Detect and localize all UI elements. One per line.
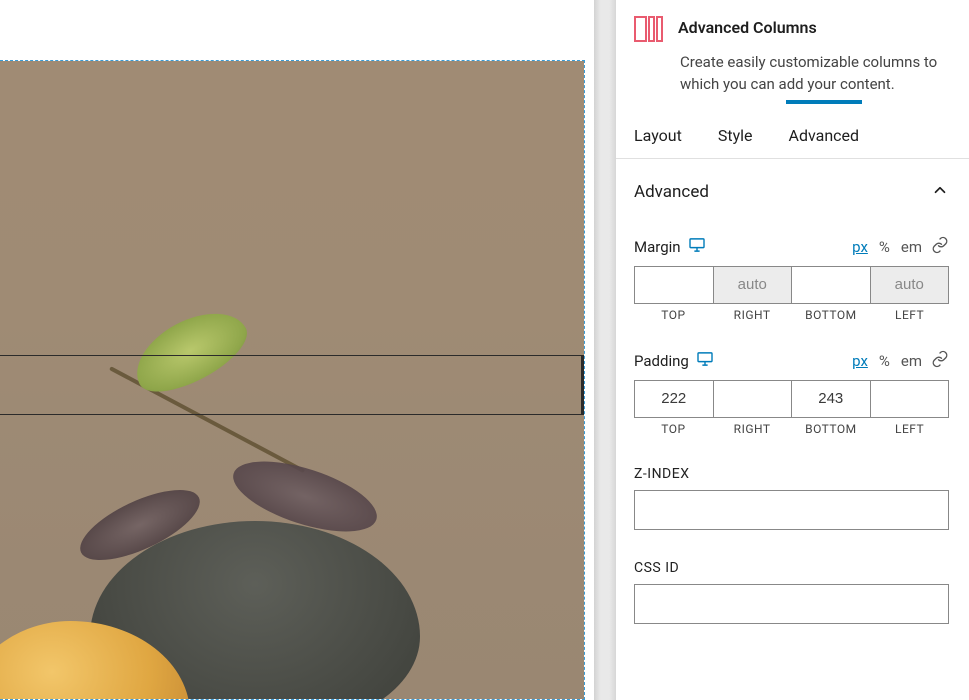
block-title: Advanced Columns	[678, 14, 817, 37]
link-values-icon[interactable]	[931, 236, 949, 258]
link-values-icon[interactable]	[931, 350, 949, 372]
padding-bottom-input[interactable]	[792, 381, 870, 417]
margin-left-input[interactable]	[871, 267, 949, 303]
padding-right-input[interactable]	[714, 381, 792, 417]
padding-left-input[interactable]	[871, 381, 949, 417]
padding-units: px % em	[852, 350, 949, 372]
margin-right-input[interactable]	[714, 267, 792, 303]
margin-top-input[interactable]	[635, 267, 713, 303]
cssid-label: CSS ID	[634, 560, 949, 576]
margin-inputs	[634, 266, 949, 304]
side-label: TOP	[634, 422, 713, 436]
side-label: BOTTOM	[792, 308, 871, 322]
padding-inputs	[634, 380, 949, 418]
block-description: Create easily customizable columns to wh…	[680, 52, 949, 96]
unit-percent[interactable]: %	[879, 238, 890, 256]
columns-icon	[634, 14, 664, 44]
tab-advanced[interactable]: Advanced	[789, 116, 860, 158]
cssid-input[interactable]	[634, 584, 949, 624]
tab-layout[interactable]: Layout	[634, 116, 682, 158]
side-label: RIGHT	[713, 422, 792, 436]
margin-label: Margin	[634, 238, 681, 256]
side-label: TOP	[634, 308, 713, 322]
margin-control: Margin px % em	[634, 236, 949, 322]
unit-px[interactable]: px	[852, 352, 868, 370]
panel-advanced: Advanced Margin px % em	[634, 159, 949, 624]
padding-control: Padding px % em	[634, 350, 949, 436]
unit-px[interactable]: px	[852, 238, 868, 256]
inner-block-selection[interactable]	[0, 355, 584, 415]
margin-side-labels: TOP RIGHT BOTTOM LEFT	[634, 308, 949, 322]
unit-em[interactable]: em	[901, 238, 922, 256]
block-settings-panel: Advanced Columns Create easily customiza…	[616, 0, 969, 700]
side-label: BOTTOM	[792, 422, 871, 436]
settings-tabs: Layout Style Advanced	[616, 116, 969, 159]
desktop-icon[interactable]	[689, 238, 705, 256]
padding-label: Padding	[634, 352, 689, 370]
section-toggle-advanced[interactable]: Advanced	[634, 181, 949, 208]
padding-top-input[interactable]	[635, 381, 713, 417]
unit-percent[interactable]: %	[879, 352, 890, 370]
block-header: Advanced Columns	[634, 14, 949, 44]
side-label: LEFT	[870, 422, 949, 436]
margin-units: px % em	[852, 236, 949, 258]
chevron-up-icon	[931, 181, 949, 204]
zindex-input[interactable]	[634, 490, 949, 530]
tab-style[interactable]: Style	[718, 116, 753, 158]
side-label: RIGHT	[713, 308, 792, 322]
side-label: LEFT	[870, 308, 949, 322]
desktop-icon[interactable]	[697, 352, 713, 370]
section-title: Advanced	[634, 182, 709, 202]
padding-side-labels: TOP RIGHT BOTTOM LEFT	[634, 422, 949, 436]
unit-em[interactable]: em	[901, 352, 922, 370]
editor-canvas[interactable]	[0, 60, 585, 700]
zindex-label: Z-INDEX	[634, 466, 949, 482]
panel-resize-handle[interactable]	[594, 0, 616, 700]
margin-bottom-input[interactable]	[792, 267, 870, 303]
